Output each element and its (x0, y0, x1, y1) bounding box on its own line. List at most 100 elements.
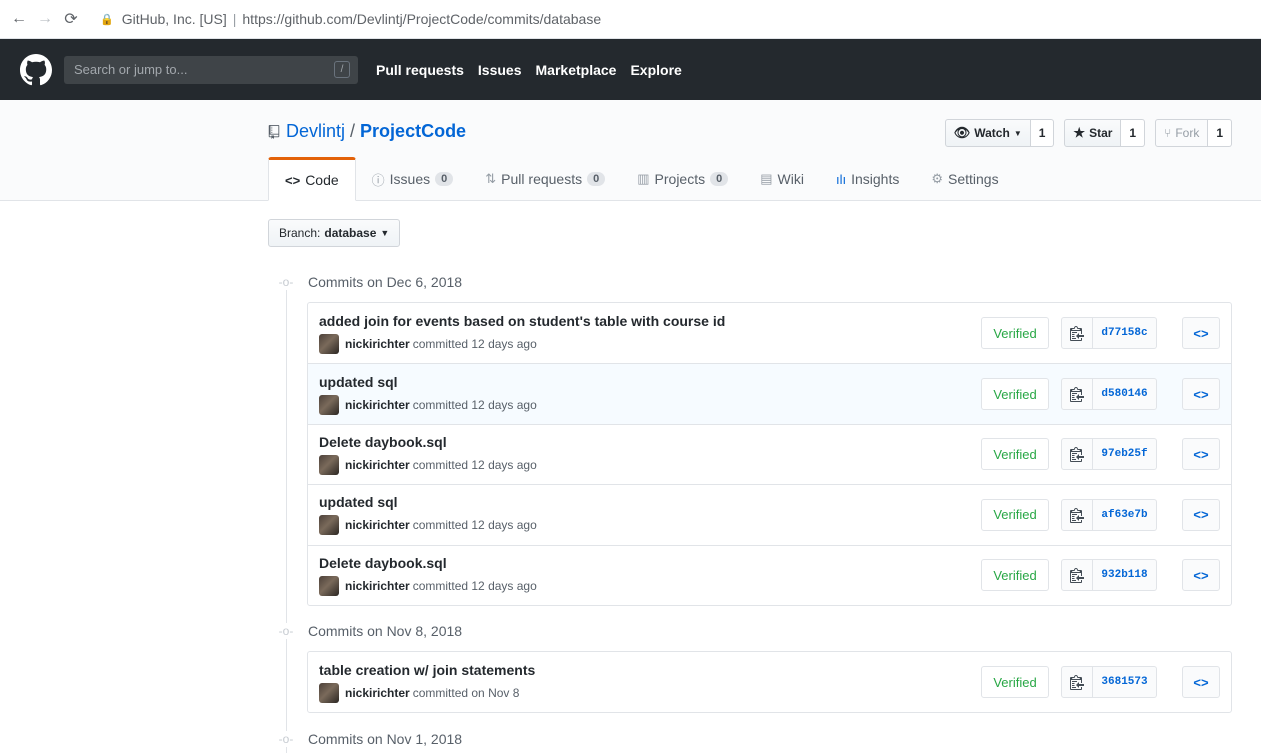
browse-code-button[interactable]: <> (1182, 438, 1220, 471)
search-placeholder: Search or jump to... (74, 62, 188, 77)
commit-sha-link[interactable]: 932b118 (1093, 559, 1157, 592)
commit-group-header: -o- Commits on Nov 8, 2018 (278, 623, 463, 639)
pull-request-icon: ⇅ (485, 171, 497, 186)
commit-time: committed 12 days ago (412, 457, 537, 472)
nav-pull-requests[interactable]: Pull requests (376, 62, 464, 78)
tab-label: Wiki (777, 171, 804, 187)
commit-sha-link[interactable]: 3681573 (1093, 666, 1157, 699)
commit-message-link[interactable]: Delete daybook.sql (319, 555, 537, 571)
tab-settings[interactable]: ⚙ Settings (915, 157, 1014, 201)
clipboard-icon[interactable] (1061, 666, 1093, 699)
commit-author-link[interactable]: nickirichter (345, 579, 410, 593)
commit-message-link[interactable]: added join for events based on student's… (319, 313, 725, 329)
commit-group-header: -o- Commits on Dec 6, 2018 (278, 274, 463, 290)
verified-badge[interactable]: Verified (981, 438, 1049, 471)
commit-message-link[interactable]: updated sql (319, 374, 537, 390)
commit-author-link[interactable]: nickirichter (345, 458, 410, 472)
url-field[interactable]: 🔒 GitHub, Inc. [US] | https://github.com… (100, 11, 601, 27)
commit-sha-link[interactable]: 97eb25f (1093, 438, 1157, 471)
commit-author-link[interactable]: nickirichter (345, 518, 410, 532)
commit-row: table creation w/ join statements nickir… (308, 652, 1231, 712)
tab-insights[interactable]: ılı Insights (820, 157, 915, 201)
reload-icon[interactable]: ⟳ (60, 9, 82, 29)
star-button[interactable]: ★ Star (1064, 119, 1122, 147)
commit-sha-link[interactable]: af63e7b (1093, 498, 1157, 531)
pull-requests-counter: 0 (587, 172, 606, 186)
search-shortcut-hint: / (334, 61, 350, 78)
timeline-line (286, 290, 287, 753)
avatar[interactable] (319, 454, 339, 475)
eye-icon: 👁 (953, 125, 971, 140)
avatar[interactable] (319, 515, 339, 536)
browse-code-button[interactable]: <> (1182, 666, 1220, 699)
verified-badge[interactable]: Verified (981, 498, 1049, 531)
browser-address-bar: ← → ⟳ 🔒 GitHub, Inc. [US] | https://gith… (0, 0, 1261, 39)
star-count[interactable]: 1 (1121, 119, 1146, 147)
browse-code-button[interactable]: <> (1182, 498, 1220, 531)
fork-icon: ⑂ (1164, 126, 1172, 140)
star-icon: ★ (1073, 125, 1086, 140)
tab-wiki[interactable]: ▤ Wiki (744, 157, 820, 201)
watch-count[interactable]: 1 (1030, 119, 1055, 147)
commit-sha-link[interactable]: d580146 (1093, 378, 1157, 411)
project-icon: ▥ (637, 171, 650, 186)
clipboard-icon[interactable] (1061, 498, 1093, 531)
browse-code-button[interactable]: <> (1182, 559, 1220, 592)
gear-icon: ⚙ (931, 171, 943, 186)
commit-list: table creation w/ join statements nickir… (307, 651, 1232, 714)
verified-badge[interactable]: Verified (981, 559, 1049, 592)
repo-title: Devlintj / ProjectCode (268, 121, 466, 142)
clipboard-icon[interactable] (1061, 317, 1093, 350)
browse-code-button[interactable]: <> (1182, 317, 1220, 350)
fork-label: Fork (1175, 126, 1200, 140)
fork-count[interactable]: 1 (1208, 119, 1232, 147)
git-commit-icon: -o- (278, 731, 294, 747)
nav-marketplace[interactable]: Marketplace (536, 62, 617, 78)
forward-arrow-icon[interactable]: → (34, 10, 56, 28)
commit-group-date: Commits on Nov 8, 2018 (308, 623, 463, 639)
back-arrow-icon[interactable]: ← (8, 10, 30, 28)
verified-badge[interactable]: Verified (981, 666, 1049, 699)
global-nav: Pull requests Issues Marketplace Explore (376, 62, 696, 78)
tab-projects[interactable]: ▥ Projects 0 (621, 157, 744, 201)
commit-group-date: Commits on Nov 1, 2018 (308, 731, 463, 747)
search-input[interactable]: Search or jump to... / (64, 55, 358, 84)
repo-title-separator: / (350, 121, 356, 141)
nav-issues[interactable]: Issues (478, 62, 522, 78)
commit-author-link[interactable]: nickirichter (345, 337, 410, 351)
avatar[interactable] (319, 394, 339, 415)
fork-button[interactable]: ⑂ Fork (1155, 119, 1209, 147)
commit-message-link[interactable]: Delete daybook.sql (319, 434, 537, 450)
commit-time: committed 12 days ago (412, 578, 537, 593)
browse-code-button[interactable]: <> (1182, 378, 1220, 411)
commit-author-link[interactable]: nickirichter (345, 398, 410, 412)
branch-select-button[interactable]: Branch: database ▼ (268, 219, 401, 247)
repo-icon (268, 124, 280, 139)
clipboard-icon[interactable] (1061, 378, 1093, 411)
avatar[interactable] (319, 575, 339, 596)
clipboard-icon[interactable] (1061, 438, 1093, 471)
url-text[interactable]: https://github.com/Devlintj/ProjectCode/… (242, 11, 601, 27)
verified-badge[interactable]: Verified (981, 317, 1049, 350)
tab-pull-requests[interactable]: ⇅ Pull requests 0 (469, 157, 621, 201)
clipboard-icon[interactable] (1061, 559, 1093, 592)
avatar[interactable] (319, 333, 339, 354)
tab-code[interactable]: <> Code (268, 157, 356, 201)
commit-message-link[interactable]: updated sql (319, 494, 537, 510)
star-label: Star (1089, 126, 1113, 140)
watch-button[interactable]: 👁 Watch ▼ (944, 119, 1031, 147)
git-commit-icon: -o- (278, 623, 294, 639)
branch-prefix: Branch: (279, 226, 321, 240)
nav-explore[interactable]: Explore (630, 62, 681, 78)
avatar[interactable] (319, 682, 339, 703)
tab-issues[interactable]: ⓘ Issues 0 (356, 157, 470, 201)
tab-label: Projects (654, 171, 706, 187)
verified-badge[interactable]: Verified (981, 378, 1049, 411)
commit-row: updated sql nickirichter committed 12 day… (308, 363, 1231, 424)
commit-sha-link[interactable]: d77158c (1093, 317, 1157, 350)
repo-owner-link[interactable]: Devlintj (286, 121, 345, 142)
commit-message-link[interactable]: table creation w/ join statements (319, 662, 535, 678)
commit-author-link[interactable]: nickirichter (345, 686, 410, 700)
github-logo-icon[interactable] (20, 53, 52, 86)
repo-name-link[interactable]: ProjectCode (360, 121, 466, 142)
